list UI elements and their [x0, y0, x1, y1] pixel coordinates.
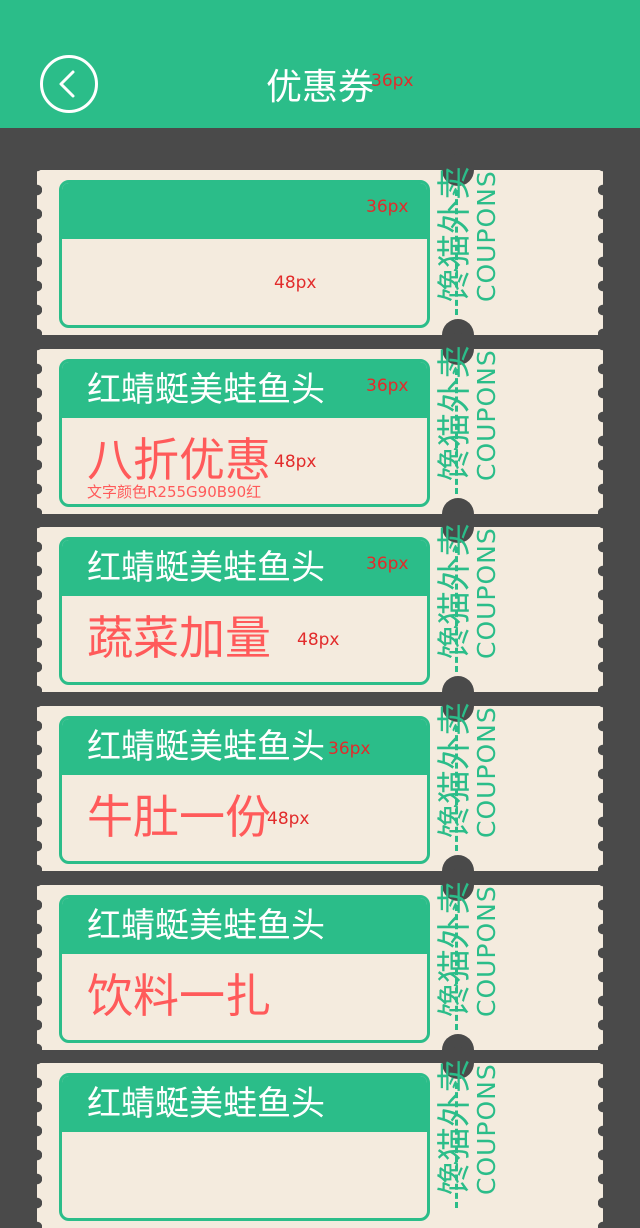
coupon-ticket[interactable]: 36px 48px 馋猫外卖 COUPONS [32, 154, 608, 351]
ticket-edge-left [32, 349, 42, 514]
ticket-edge-left [32, 170, 42, 335]
name-size-annotation: 36px [328, 739, 371, 759]
shop-name: 红蜻蜓美蛙鱼头 [87, 370, 325, 410]
ticket-edge-right [598, 1063, 608, 1228]
coupon-card: 红蜻蜓美蛙鱼头 八折优惠 文字颜色R255G90B90红 36px 48px [59, 359, 430, 507]
brand-name-en: COUPONS [472, 885, 501, 1017]
brand-name-cn: 馋猫外卖 [435, 523, 475, 659]
ticket-edge-left [32, 1063, 42, 1228]
coupon-card-header: 红蜻蜓美蛙鱼头 [62, 898, 427, 954]
brand-name-cn: 馋猫外卖 [435, 345, 475, 481]
offer-text: 蔬菜加量 [87, 611, 271, 665]
ticket-edge-right [598, 170, 608, 335]
shop-name: 红蜻蜓美蛙鱼头 [87, 906, 325, 946]
ticket-edge-left [32, 706, 42, 871]
coupon-card: 红蜻蜓美蛙鱼头 [59, 1073, 430, 1221]
coupon-list: 36px 48px 馋猫外卖 COUPONS 红蜻蜓美蛙鱼头 八折优惠 文字颜色… [0, 128, 640, 1228]
coupon-ticket[interactable]: 红蜻蜓美蛙鱼头 蔬菜加量 36px 48px 馋猫外卖 COUPONS [32, 511, 608, 708]
brand-name-cn: 馋猫外卖 [435, 881, 475, 1017]
color-annotation: 文字颜色R255G90B90红 [87, 483, 262, 501]
coupon-card-header: 红蜻蜓美蛙鱼头 [62, 719, 427, 775]
offer-size-annotation: 48px [274, 273, 317, 293]
offer-text: 牛肚一份 [87, 790, 271, 844]
ticket-edge-left [32, 885, 42, 1050]
coupon-card: 红蜻蜓美蛙鱼头 饮料一扎 [59, 895, 430, 1043]
brand-name-cn: 馋猫外卖 [435, 702, 475, 838]
brand-name-en: COUPONS [472, 706, 501, 838]
shop-name: 红蜻蜓美蛙鱼头 [87, 1084, 325, 1124]
coupon-ticket[interactable]: 红蜻蜓美蛙鱼头 八折优惠 文字颜色R255G90B90红 36px 48px 馋… [32, 333, 608, 530]
coupon-card-header: 红蜻蜓美蛙鱼头 [62, 1076, 427, 1132]
brand-name-cn: 馋猫外卖 [435, 1059, 475, 1195]
brand-name-en: COUPONS [472, 527, 501, 659]
shop-name: 红蜻蜓美蛙鱼头 [87, 727, 325, 767]
coupon-card: 36px 48px [59, 180, 430, 328]
offer-size-annotation: 48px [267, 809, 310, 829]
name-size-annotation: 36px [366, 197, 409, 217]
ticket-edge-left [32, 527, 42, 692]
coupon-card: 红蜻蜓美蛙鱼头 蔬菜加量 36px 48px [59, 537, 430, 685]
offer-text: 八折优惠 [87, 433, 271, 487]
coupon-card: 红蜻蜓美蛙鱼头 牛肚一份 36px 48px [59, 716, 430, 864]
title-size-annotation: 36px [371, 71, 414, 91]
brand-name-en: COUPONS [472, 170, 501, 302]
offer-text: 饮料一扎 [87, 969, 271, 1023]
brand-name-en: COUPONS [472, 1063, 501, 1195]
brand-name-cn: 馋猫外卖 [435, 166, 475, 302]
ticket-edge-right [598, 885, 608, 1050]
coupon-ticket[interactable]: 红蜻蜓美蛙鱼头 饮料一扎 馋猫外卖 COUPONS [32, 869, 608, 1066]
app-header: 优惠券 36px [0, 0, 640, 128]
shop-name: 红蜻蜓美蛙鱼头 [87, 548, 325, 588]
coupon-ticket[interactable]: 红蜻蜓美蛙鱼头 牛肚一份 36px 48px 馋猫外卖 COUPONS [32, 690, 608, 887]
ticket-edge-right [598, 527, 608, 692]
name-size-annotation: 36px [366, 376, 409, 396]
offer-size-annotation: 48px [274, 452, 317, 472]
page-title: 优惠券 [265, 67, 374, 108]
ticket-edge-right [598, 349, 608, 514]
coupon-ticket[interactable]: 红蜻蜓美蛙鱼头 馋猫外卖 COUPONS [32, 1047, 608, 1228]
ticket-edge-right [598, 706, 608, 871]
offer-size-annotation: 48px [297, 630, 340, 650]
brand-name-en: COUPONS [472, 349, 501, 481]
name-size-annotation: 36px [366, 554, 409, 574]
